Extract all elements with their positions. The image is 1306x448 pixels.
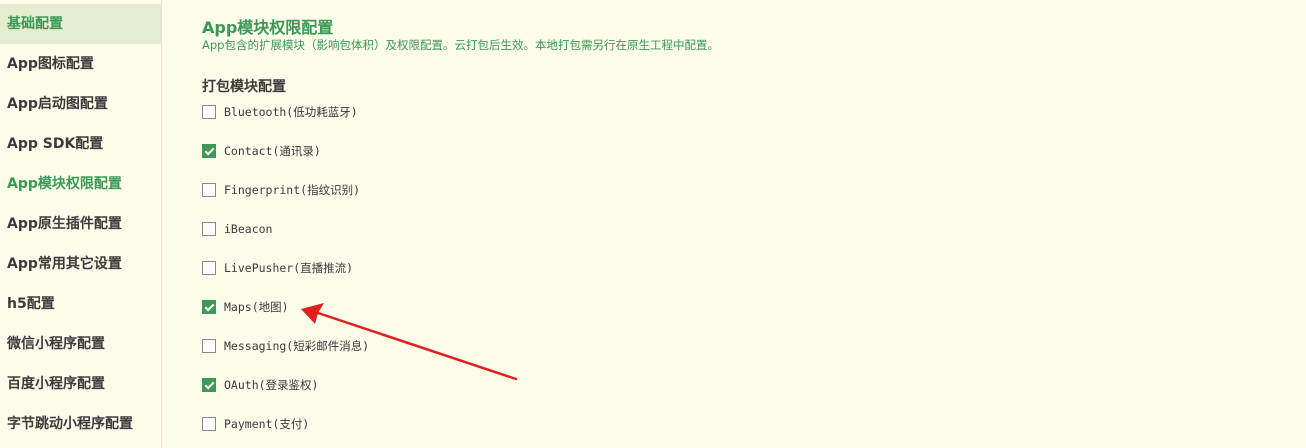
bluetooth-checkbox[interactable] bbox=[202, 105, 216, 119]
sidebar-item-bytedance-miniprogram[interactable]: 字节跳动小程序配置 bbox=[0, 404, 161, 444]
option-label: iBeacon bbox=[224, 222, 273, 236]
fingerprint-checkbox[interactable] bbox=[202, 183, 216, 197]
maps-checkbox[interactable] bbox=[202, 300, 216, 314]
option-label: OAuth(登录鉴权) bbox=[224, 378, 319, 392]
payment-checkbox[interactable] bbox=[202, 417, 216, 431]
option-label: Bluetooth(低功耗蓝牙) bbox=[224, 105, 358, 119]
app-window: 基础配置 App图标配置 App启动图配置 App SDK配置 App模块权限配… bbox=[0, 0, 1306, 448]
option-label: Messaging(短彩邮件消息) bbox=[224, 339, 370, 353]
option-bluetooth[interactable]: Bluetooth(低功耗蓝牙) bbox=[202, 102, 358, 122]
sidebar-item-app-sdk-config[interactable]: App SDK配置 bbox=[0, 124, 161, 164]
sidebar-item-app-module-permissions[interactable]: App模块权限配置 bbox=[0, 164, 161, 204]
ibeacon-checkbox[interactable] bbox=[202, 222, 216, 236]
sidebar-item-basic-config[interactable]: 基础配置 bbox=[0, 4, 161, 44]
option-fingerprint[interactable]: Fingerprint(指纹识别) bbox=[202, 180, 360, 200]
option-livepusher[interactable]: LivePusher(直播推流) bbox=[202, 258, 353, 278]
section-title: 打包模块配置 bbox=[202, 79, 286, 95]
page-description: App包含的扩展模块（影响包体积）及权限配置。云打包后生效。本地打包需另行在原生… bbox=[202, 38, 719, 52]
sidebar-item-app-splash-config[interactable]: App启动图配置 bbox=[0, 84, 161, 124]
option-contact[interactable]: Contact(通讯录) bbox=[202, 141, 321, 161]
sidebar-item-app-icon-config[interactable]: App图标配置 bbox=[0, 44, 161, 84]
option-label: Contact(通讯录) bbox=[224, 144, 321, 158]
oauth-checkbox[interactable] bbox=[202, 378, 216, 392]
sidebar-item-baidu-miniprogram[interactable]: 百度小程序配置 bbox=[0, 364, 161, 404]
option-payment[interactable]: Payment(支付) bbox=[202, 414, 309, 434]
messaging-checkbox[interactable] bbox=[202, 339, 216, 353]
sidebar-item-app-native-plugins[interactable]: App原生插件配置 bbox=[0, 204, 161, 244]
sidebar-item-app-other-settings[interactable]: App常用其它设置 bbox=[0, 244, 161, 284]
contact-checkbox[interactable] bbox=[202, 144, 216, 158]
sidebar: 基础配置 App图标配置 App启动图配置 App SDK配置 App模块权限配… bbox=[0, 0, 162, 448]
option-label: Fingerprint(指纹识别) bbox=[224, 183, 361, 197]
option-label: Maps(地图) bbox=[224, 300, 289, 314]
page-title: App模块权限配置 bbox=[202, 18, 334, 37]
option-messaging[interactable]: Messaging(短彩邮件消息) bbox=[202, 336, 369, 356]
livepusher-checkbox[interactable] bbox=[202, 261, 216, 275]
option-ibeacon[interactable]: iBeacon bbox=[202, 219, 272, 239]
main-panel: App模块权限配置 App包含的扩展模块（影响包体积）及权限配置。云打包后生效。… bbox=[162, 0, 1306, 448]
option-oauth[interactable]: OAuth(登录鉴权) bbox=[202, 375, 318, 395]
option-maps[interactable]: Maps(地图) bbox=[202, 297, 289, 317]
option-label: LivePusher(直播推流) bbox=[224, 261, 354, 275]
sidebar-item-wechat-miniprogram[interactable]: 微信小程序配置 bbox=[0, 324, 161, 364]
sidebar-item-h5-config[interactable]: h5配置 bbox=[0, 284, 161, 324]
option-label: Payment(支付) bbox=[224, 417, 310, 431]
